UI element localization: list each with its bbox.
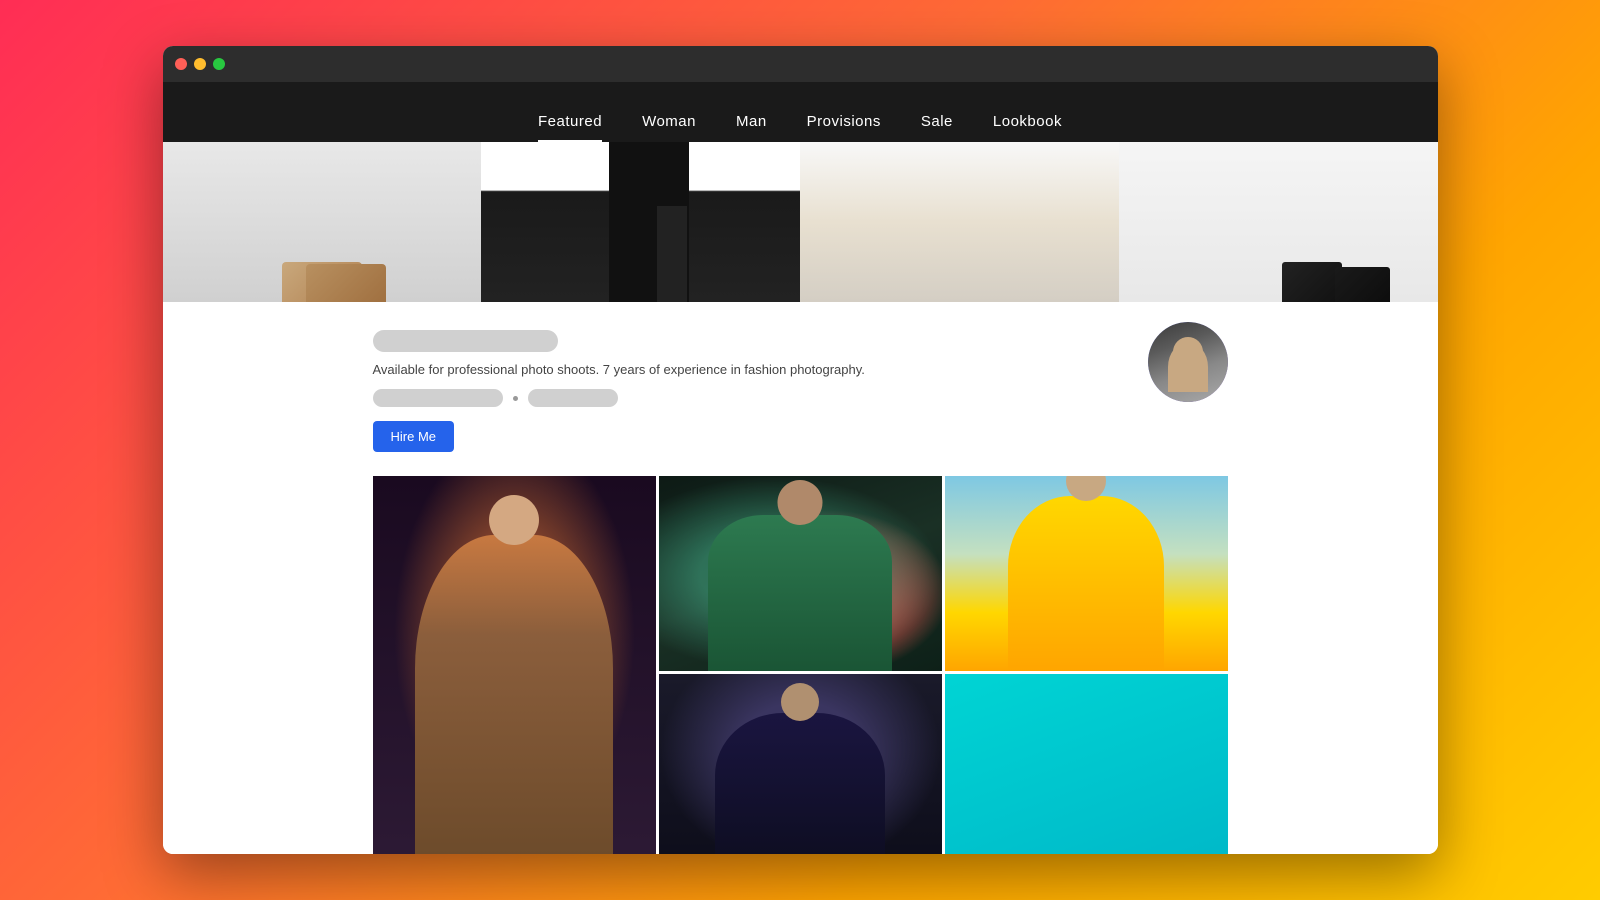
- site-content: Featured Woman Man Provisions Sale Lookb…: [163, 82, 1438, 854]
- person-silhouette-2: [659, 476, 942, 671]
- hire-me-button[interactable]: Hire Me: [373, 421, 455, 452]
- main-nav: Featured Woman Man Provisions Sale Lookb…: [163, 82, 1438, 142]
- minimize-dot[interactable]: [194, 58, 206, 70]
- hero-img-shoes: [163, 142, 482, 302]
- nav-item-sale[interactable]: Sale: [921, 113, 953, 142]
- person-silhouette-4: [659, 674, 942, 854]
- avatar: [1148, 322, 1228, 402]
- photo-cyan-bottom[interactable]: [945, 674, 1228, 854]
- nav-item-featured[interactable]: Featured: [538, 113, 602, 142]
- nav-item-man[interactable]: Man: [736, 113, 767, 142]
- profile-tags: [373, 389, 1228, 407]
- person-silhouette-3: [945, 476, 1228, 671]
- tag-placeholder-2: [528, 389, 618, 407]
- profile-section: Available for professional photo shoots.…: [163, 302, 1438, 472]
- profile-name-placeholder: [373, 330, 558, 352]
- tag-placeholder-1: [373, 389, 503, 407]
- photo-yellow-woman[interactable]: [945, 476, 1228, 671]
- photo-grid: [163, 476, 1438, 854]
- nav-item-lookbook[interactable]: Lookbook: [993, 113, 1062, 142]
- hero-img-black-pants: [481, 142, 800, 302]
- photo-green-man[interactable]: [659, 476, 942, 671]
- tag-separator: [513, 396, 518, 401]
- photo-purple-coat[interactable]: [373, 476, 656, 854]
- photo-dark-woman[interactable]: [659, 674, 942, 854]
- maximize-dot[interactable]: [213, 58, 225, 70]
- hero-img-black-shoes: [1119, 142, 1438, 302]
- profile-description: Available for professional photo shoots.…: [373, 362, 1228, 377]
- avatar-image: [1148, 322, 1228, 402]
- profile-info: Available for professional photo shoots.…: [373, 330, 1228, 452]
- nav-item-provisions[interactable]: Provisions: [807, 113, 881, 142]
- browser-window: Featured Woman Man Provisions Sale Lookb…: [163, 46, 1438, 854]
- hero-img-tan-skirt: [800, 142, 1119, 302]
- nav-item-woman[interactable]: Woman: [642, 113, 696, 142]
- person-silhouette: [373, 476, 656, 854]
- close-dot[interactable]: [175, 58, 187, 70]
- browser-chrome: [163, 46, 1438, 82]
- hero-strip: [163, 142, 1438, 302]
